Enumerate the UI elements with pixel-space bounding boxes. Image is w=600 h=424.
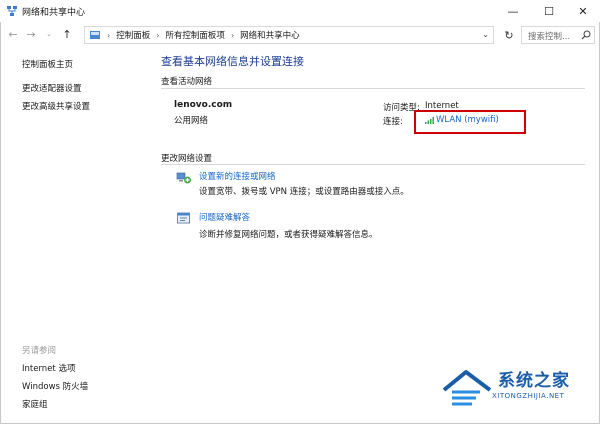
troubleshoot-description: 诊断并修复网络问题，或者获得疑难解答信息。 (199, 230, 378, 240)
new-connection-icon (176, 172, 191, 184)
annotation-highlight (414, 110, 526, 134)
page-title: 查看基本网络信息并设置连接 (161, 55, 304, 68)
sidebar-item-firewall[interactable]: Windows 防火墙 (22, 380, 88, 392)
title-bar: 网络和共享中心 — ☐ ✕ (0, 0, 600, 22)
network-category[interactable]: 公用网络 (174, 114, 208, 126)
watermark-text: 系统之家 (498, 371, 570, 391)
breadcrumb-all-items[interactable]: 所有控制面板项 (165, 29, 225, 41)
recent-dropdown-icon[interactable]: ⌄ (42, 27, 56, 41)
breadcrumb-control-panel[interactable]: 控制面板 (116, 29, 150, 41)
search-placeholder: 搜索控制... (528, 32, 571, 42)
network-name: lenovo.com (174, 100, 233, 110)
active-networks-heading: 查看活动网络 (161, 77, 213, 87)
sidebar-item-sharing-settings[interactable]: 更改高级共享设置 (22, 100, 90, 112)
up-arrow-icon[interactable]: ↑ (60, 27, 74, 41)
sidebar-item-adapter-settings[interactable]: 更改适配器设置 (22, 82, 82, 94)
address-row: ← → ⌄ ↑ › 控制面板 › 所有控制面板项 › 网络和共享中心 ⌄ ↻ 搜… (0, 24, 600, 46)
sidebar-item-internet-options[interactable]: Internet 选项 (22, 362, 75, 374)
connections-label: 连接: (383, 117, 403, 127)
control-panel-icon (90, 31, 100, 39)
setup-connection-link[interactable]: 设置新的连接或网络 (199, 170, 276, 182)
chevron-down-icon[interactable]: ⌄ (482, 30, 489, 39)
window-title: 网络和共享中心 (22, 8, 86, 18)
breadcrumb-network-center[interactable]: 网络和共享中心 (240, 29, 300, 41)
forward-arrow-icon[interactable]: → (24, 27, 38, 41)
divider (161, 88, 585, 89)
watermark-subtext: XITONGZHIJIA.NET (492, 392, 565, 400)
refresh-icon[interactable]: ↻ (501, 27, 517, 43)
chevron-right-icon: › (230, 30, 235, 40)
close-button[interactable]: ✕ (566, 0, 600, 22)
change-settings-heading: 更改网络设置 (161, 154, 213, 164)
divider (161, 164, 585, 165)
back-arrow-icon[interactable]: ← (6, 27, 20, 41)
troubleshoot-link[interactable]: 问题疑难解答 (199, 211, 250, 223)
house-logo-icon (442, 370, 492, 406)
minimize-button[interactable]: — (496, 0, 530, 22)
network-center-icon (7, 6, 17, 16)
chevron-right-icon: › (107, 30, 111, 40)
troubleshoot-icon (177, 212, 190, 224)
sidebar-item-home[interactable]: 控制面板主页 (22, 58, 73, 70)
sidebar-item-homegroup[interactable]: 家庭组 (22, 398, 48, 410)
maximize-button[interactable]: ☐ (532, 0, 566, 22)
search-icon (581, 30, 591, 40)
see-also-caption: 另请参阅 (22, 346, 57, 356)
watermark-logo: 系统之家 XITONGZHIJIA.NET (440, 360, 600, 424)
address-bar[interactable]: › 控制面板 › 所有控制面板项 › 网络和共享中心 ⌄ (84, 26, 494, 44)
search-input[interactable]: 搜索控制... (521, 26, 595, 44)
sidebar: 控制面板主页 更改适配器设置 更改高级共享设置 另请参阅 Internet 选项… (0, 46, 150, 424)
setup-connection-description: 设置宽带、拨号或 VPN 连接；或设置路由器或接入点。 (199, 187, 409, 197)
chevron-right-icon: › (156, 30, 160, 40)
